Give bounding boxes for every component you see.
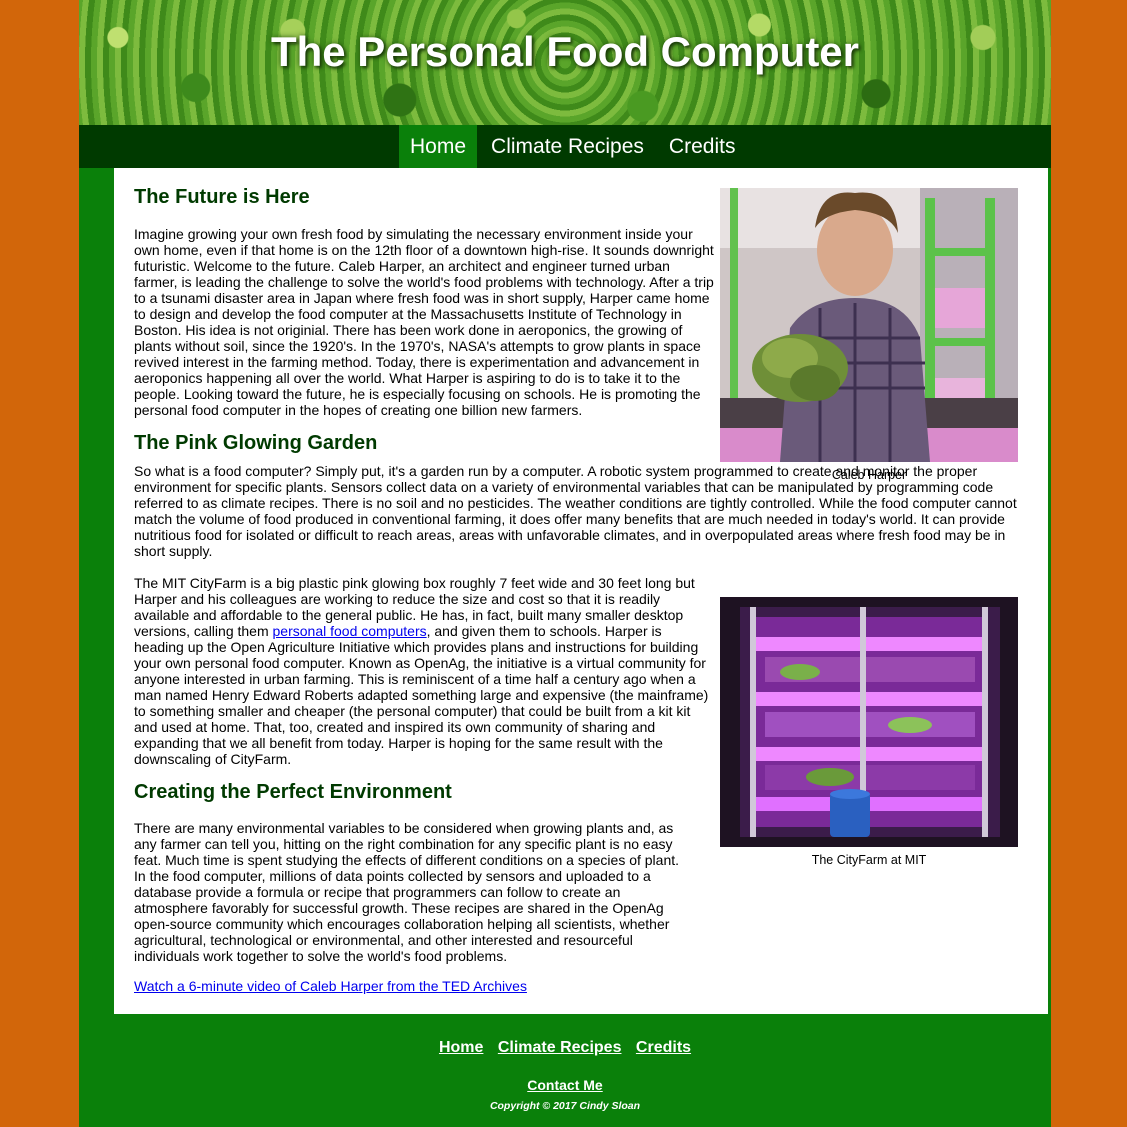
ted-video-link[interactable]: Watch a 6-minute video of Caleb Harper f… (134, 978, 527, 994)
paragraph-food-computer: So what is a food computer? Simply put, … (134, 463, 1017, 559)
header-banner: The Personal Food Computer (79, 0, 1051, 125)
footer-home-link[interactable]: Home (439, 1039, 483, 1056)
paragraph-future: Imagine growing your own fresh food by s… (134, 226, 714, 418)
nav-home[interactable]: Home (399, 125, 478, 168)
footer-nav: Home Climate Recipes Credits (79, 1039, 1051, 1057)
nav-climate-recipes[interactable]: Climate Recipes (480, 125, 655, 168)
paragraph-cityfarm: The MIT CityFarm is a big plastic pink g… (134, 575, 709, 767)
site-title: The Personal Food Computer (270, 28, 860, 75)
content-panel: Caleb Harper The CityFarm at MIT The Fut… (114, 168, 1048, 1014)
main-nav: Home Climate Recipes Credits (79, 125, 1051, 168)
article: The Future is Here Imagine growing your … (134, 186, 1028, 994)
nav-credits[interactable]: Credits (658, 125, 747, 168)
copyright: Copyright © 2017 Cindy Sloan (489, 1100, 641, 1112)
heading-perfect-environment: Creating the Perfect Environment (134, 781, 452, 803)
footer-credits-link[interactable]: Credits (636, 1039, 691, 1056)
personal-food-computers-link[interactable]: personal food computers (273, 623, 427, 639)
video-link-row: Watch a 6-minute video of Caleb Harper f… (134, 978, 1028, 994)
page: The Personal Food Computer Home Climate … (79, 0, 1051, 1127)
paragraph-environment-intro: There are many environmental variables t… (134, 820, 680, 964)
footer-climate-recipes-link[interactable]: Climate Recipes (498, 1039, 622, 1056)
heading-pink-garden: The Pink Glowing Garden (134, 432, 378, 454)
heading-future: The Future is Here (134, 186, 310, 208)
footer-contact: Contact Me (79, 1077, 1051, 1095)
contact-me-link[interactable]: Contact Me (527, 1077, 602, 1093)
